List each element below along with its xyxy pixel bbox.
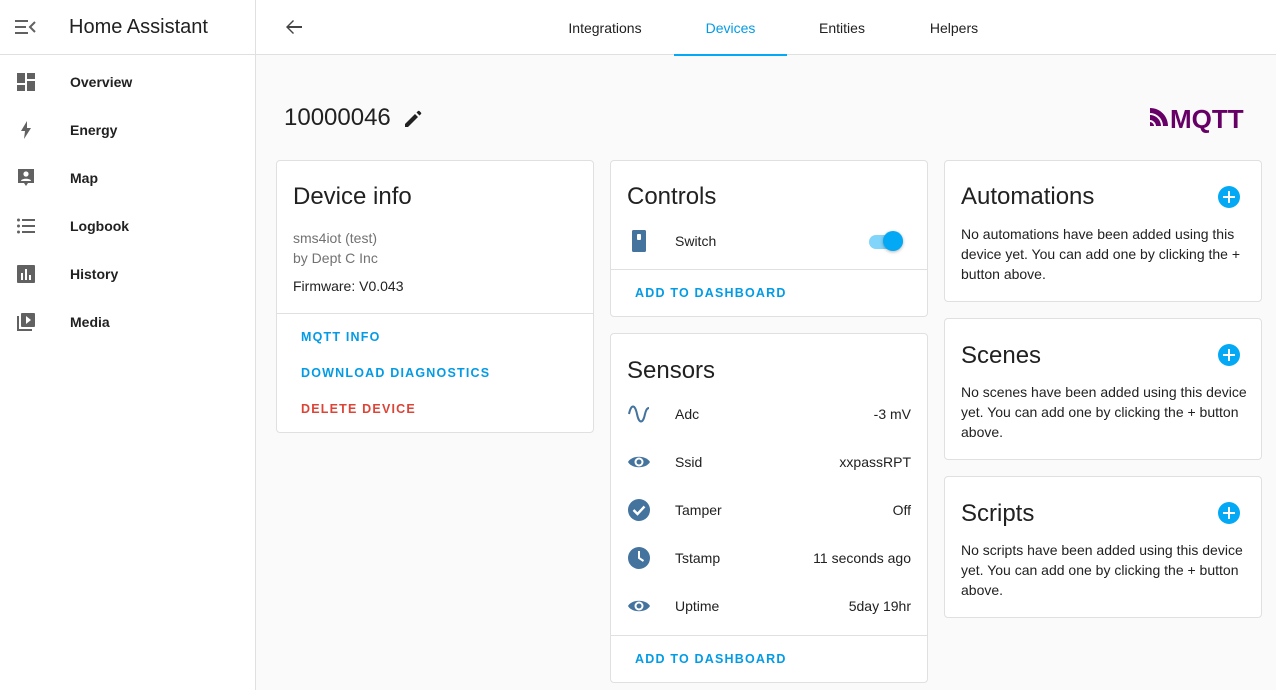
plus-icon <box>1223 507 1235 519</box>
eye-icon <box>611 594 667 618</box>
sidebar: Home Assistant Overview Energy Map Logbo… <box>0 0 256 690</box>
add-script-button[interactable] <box>1218 502 1240 524</box>
sidebar-item-energy[interactable]: Energy <box>0 106 255 154</box>
plus-icon <box>1223 191 1235 203</box>
entity-value: Off <box>892 502 911 518</box>
tab-devices[interactable]: Devices <box>674 0 787 56</box>
sidebar-item-label: Map <box>70 170 98 186</box>
entity-name: Tamper <box>675 502 722 518</box>
clock-icon <box>611 546 667 570</box>
sidebar-item-label: Overview <box>70 74 133 90</box>
back-button[interactable] <box>278 13 310 41</box>
scenes-card: Scenes No scenes have been added using t… <box>944 318 1262 460</box>
pencil-icon <box>405 110 422 127</box>
sensors-card: Sensors Adc -3 mV Ssid xxpassRPT Tamper … <box>610 333 928 683</box>
scripts-card: Scripts No scripts have been added using… <box>944 476 1262 618</box>
delete-device-button[interactable]: DELETE DEVICE <box>301 402 416 416</box>
tab-entities[interactable]: Entities <box>806 0 878 55</box>
sine-wave-icon <box>611 402 667 426</box>
arrow-left-icon <box>286 20 302 34</box>
sidebar-item-label: History <box>70 266 119 282</box>
entity-row-uptime[interactable]: Uptime 5day 19hr <box>611 582 927 630</box>
menu-icon <box>15 20 36 34</box>
divider <box>277 313 593 314</box>
sidebar-item-label: Media <box>70 314 110 330</box>
sidebar-item-label: Logbook <box>70 218 130 234</box>
sidebar-item-overview[interactable]: Overview <box>0 58 255 106</box>
format-list-bulleted-icon <box>0 216 52 236</box>
entity-value: xxpassRPT <box>839 454 911 470</box>
sidebar-item-logbook[interactable]: Logbook <box>0 202 255 250</box>
play-box-multiple-icon <box>0 312 52 332</box>
card-title: Controls <box>627 183 717 210</box>
entity-row-tstamp[interactable]: Tstamp 11 seconds ago <box>611 534 927 582</box>
entity-name: Uptime <box>675 598 720 614</box>
device-model: sms4iot (test) <box>293 230 378 246</box>
divider <box>611 269 927 270</box>
card-title: Scenes <box>961 342 1042 369</box>
dashboard-icon <box>0 72 52 92</box>
card-title: Scripts <box>961 500 1035 527</box>
empty-description: No scenes have been added using this dev… <box>961 384 1247 440</box>
device-manufacturer: by Dept C Inc <box>293 250 378 266</box>
card-title: Automations <box>961 183 1095 210</box>
sidebar-header: Home Assistant <box>0 0 255 55</box>
download-diagnostics-button[interactable]: DOWNLOAD DIAGNOSTICS <box>301 366 490 380</box>
empty-description: No automations have been added using thi… <box>961 226 1241 282</box>
mqtt-info-button[interactable]: MQTT INFO <box>301 330 381 344</box>
app-title: Home Assistant <box>69 15 208 38</box>
tab-helpers[interactable]: Helpers <box>916 0 992 55</box>
add-to-dashboard-button[interactable]: ADD TO DASHBOARD <box>635 652 787 666</box>
svg-text:MQTT: MQTT <box>1170 104 1244 134</box>
card-title: Sensors <box>627 357 716 384</box>
entity-value: 11 seconds ago <box>813 550 911 566</box>
entity-name: Tstamp <box>675 550 721 566</box>
entity-row-adc[interactable]: Adc -3 mV <box>611 390 927 438</box>
chart-box-icon <box>0 264 52 284</box>
switch-icon <box>611 229 667 253</box>
entity-name: Adc <box>675 406 700 422</box>
sidebar-item-history[interactable]: History <box>0 250 255 298</box>
toggle-knob <box>883 231 903 251</box>
entity-value: -3 mV <box>873 406 911 422</box>
controls-card: Controls Switch ADD TO DASHBOARD <box>610 160 928 317</box>
device-firmware: Firmware: V0.043 <box>293 278 404 294</box>
add-automation-button[interactable] <box>1218 186 1240 208</box>
eye-icon <box>611 450 667 474</box>
empty-description: No scripts have been added using this de… <box>961 542 1243 598</box>
edit-device-button[interactable] <box>401 107 425 131</box>
entity-name: Ssid <box>675 454 703 470</box>
tab-integrations[interactable]: Integrations <box>556 0 654 55</box>
switch-toggle[interactable] <box>869 229 905 253</box>
add-scene-button[interactable] <box>1218 344 1240 366</box>
add-to-dashboard-button[interactable]: ADD TO DASHBOARD <box>635 286 787 300</box>
sidebar-item-map[interactable]: Map <box>0 154 255 202</box>
account-box-icon <box>0 168 52 188</box>
entity-row-tamper[interactable]: Tamper Off <box>611 486 927 534</box>
check-circle-icon <box>611 498 667 522</box>
entity-value: 5day 19hr <box>848 598 911 614</box>
mqtt-logo: MQTT <box>1148 104 1260 134</box>
plus-icon <box>1223 349 1235 361</box>
divider <box>611 635 927 636</box>
device-name: 10000046 <box>284 104 391 131</box>
device-info-card: Device info sms4iot (test) by Dept C Inc… <box>276 160 594 433</box>
lightning-bolt-icon <box>0 120 52 140</box>
sidebar-item-label: Energy <box>70 122 118 138</box>
automations-card: Automations No automations have been add… <box>944 160 1262 302</box>
sidebar-item-media[interactable]: Media <box>0 298 255 346</box>
entity-row-switch[interactable]: Switch <box>611 217 927 265</box>
entity-row-ssid[interactable]: Ssid xxpassRPT <box>611 438 927 486</box>
menu-toggle-button[interactable] <box>0 0 52 55</box>
sidebar-list: Overview Energy Map Logbook History Medi… <box>0 55 255 346</box>
top-bar: Integrations Devices Entities Helpers <box>256 0 1276 56</box>
card-title: Device info <box>293 183 412 210</box>
